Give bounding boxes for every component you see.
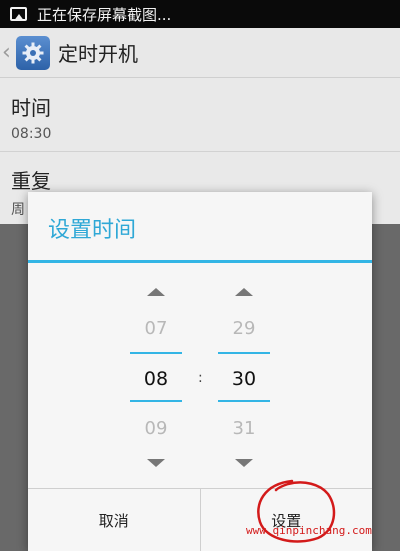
setting-time-label: 时间 bbox=[11, 96, 51, 120]
time-separator: : bbox=[198, 370, 203, 386]
dialog-title-divider bbox=[28, 260, 372, 263]
setting-repeat-label: 重复 bbox=[11, 169, 51, 193]
minute-selection-line-top bbox=[218, 352, 270, 354]
annotation-circle bbox=[257, 479, 336, 543]
hour-increment-icon[interactable] bbox=[147, 288, 165, 296]
dialog-title: 设置时间 bbox=[48, 218, 137, 243]
image-icon bbox=[10, 7, 27, 21]
gear-icon[interactable] bbox=[16, 35, 50, 70]
setting-time[interactable]: 时间 08:30 bbox=[0, 92, 400, 152]
watermark-text: www.qinpinchang.com bbox=[246, 524, 372, 537]
hour-selection-line-top bbox=[130, 352, 182, 354]
cancel-button[interactable]: 取消 bbox=[28, 489, 200, 551]
hour-current-value[interactable]: 08 bbox=[128, 368, 184, 390]
chevron-left-icon[interactable]: ‹ bbox=[2, 41, 16, 64]
minute-next-value[interactable]: 31 bbox=[216, 418, 272, 439]
action-bar: ‹ 定时开机 bbox=[0, 28, 400, 78]
minute-prev-value[interactable]: 29 bbox=[216, 318, 272, 339]
hour-decrement-icon[interactable] bbox=[147, 459, 165, 467]
page-title: 定时开机 bbox=[58, 42, 138, 66]
hour-next-value[interactable]: 09 bbox=[128, 418, 184, 439]
minute-increment-icon[interactable] bbox=[235, 288, 253, 296]
hour-picker[interactable]: 07 08 09 bbox=[128, 282, 184, 472]
minute-picker[interactable]: 29 30 31 bbox=[216, 282, 272, 472]
minute-selection-line-bottom bbox=[218, 400, 270, 402]
minute-decrement-icon[interactable] bbox=[235, 459, 253, 467]
status-notification-text: 正在保存屏幕截图... bbox=[37, 5, 172, 24]
status-bar: 正在保存屏幕截图... bbox=[0, 0, 400, 28]
setting-time-value: 08:30 bbox=[11, 126, 52, 142]
minute-current-value[interactable]: 30 bbox=[216, 368, 272, 390]
hour-selection-line-bottom bbox=[130, 400, 182, 402]
hour-prev-value[interactable]: 07 bbox=[128, 318, 184, 339]
